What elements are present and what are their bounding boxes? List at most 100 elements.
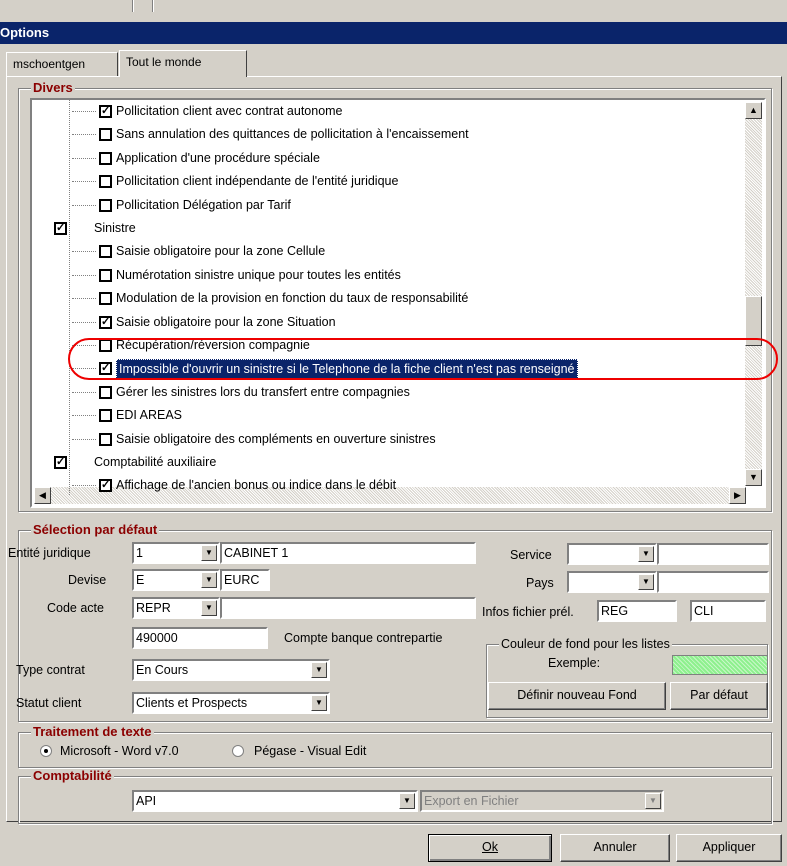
- tree-vertical-scrollbar[interactable]: ▲ ▼: [745, 102, 762, 486]
- option-checkbox[interactable]: [99, 385, 112, 399]
- devise-code-select[interactable]: E ▼: [132, 569, 220, 591]
- definir-fond-button[interactable]: Définir nouveau Fond: [488, 682, 666, 710]
- option-checkbox[interactable]: ✓: [54, 222, 67, 235]
- tree-option-row[interactable]: EDI AREAS: [32, 404, 742, 427]
- chevron-down-icon[interactable]: ▼: [311, 662, 327, 678]
- statut-select[interactable]: Clients et Prospects ▼: [132, 692, 330, 714]
- tree-option-row[interactable]: Numérotation sinistre unique pour toutes…: [32, 264, 742, 287]
- annuler-button-label: Annuler: [593, 840, 637, 854]
- code-acte-name-field[interactable]: [220, 597, 476, 619]
- chevron-down-icon[interactable]: ▼: [311, 695, 327, 711]
- option-label: Comptabilité auxiliaire: [94, 455, 217, 469]
- option-checkbox[interactable]: [99, 128, 112, 142]
- type-contrat-select[interactable]: En Cours ▼: [132, 659, 330, 681]
- tree-option-row[interactable]: Saisie obligatoire des compléments en ou…: [32, 428, 742, 451]
- tree-option-row[interactable]: Gérer les sinistres lors du transfert en…: [32, 381, 742, 404]
- chevron-down-icon[interactable]: ▼: [201, 600, 217, 616]
- option-checkbox[interactable]: [99, 339, 112, 352]
- pays-select[interactable]: ▼: [567, 571, 657, 593]
- tree-option-row[interactable]: Pollicitation Délégation par Tarif: [32, 194, 742, 217]
- tab-mschoentgen[interactable]: mschoentgen: [6, 52, 118, 76]
- scroll-thumb[interactable]: [745, 296, 762, 346]
- chevron-down-icon: ▼: [645, 793, 661, 809]
- option-checkbox[interactable]: ✓: [99, 479, 112, 493]
- compte-field[interactable]: 490000: [132, 627, 268, 649]
- entite-name-field[interactable]: CABINET 1: [220, 542, 476, 564]
- option-checkbox[interactable]: [99, 151, 112, 165]
- compta-value: API: [136, 794, 157, 808]
- infos-label: Infos fichier prél.: [482, 605, 574, 619]
- option-label: Récupération/réversion compagnie: [116, 338, 310, 352]
- entite-code-select[interactable]: 1 ▼: [132, 542, 220, 564]
- options-tree[interactable]: ▲ ▼ ◀ ▶ ✓ Pollicitation client avec contr…: [30, 98, 766, 508]
- tree-option-row[interactable]: Modulation de la provision en fonction d…: [32, 287, 742, 310]
- export-value: Export en Fichier: [424, 794, 519, 808]
- option-checkbox[interactable]: [99, 268, 112, 282]
- code-acte-label: Code acte: [47, 601, 104, 615]
- chevron-down-icon[interactable]: ▼: [201, 572, 217, 588]
- option-label: EDI AREAS: [116, 408, 182, 423]
- compta-select[interactable]: API ▼: [132, 790, 418, 812]
- tree-option-row[interactable]: ✓ Saisie obligatoire pour la zone Situati…: [32, 311, 742, 334]
- option-checkbox[interactable]: ✓: [99, 362, 112, 376]
- traitement-title: Traitement de texte: [31, 724, 154, 739]
- ok-button[interactable]: Ok: [428, 834, 552, 862]
- chevron-down-icon[interactable]: ▼: [399, 793, 415, 809]
- entite-label: Entité juridique: [8, 546, 91, 560]
- annuler-button[interactable]: Annuler: [560, 834, 670, 862]
- chevron-down-icon[interactable]: ▼: [638, 546, 654, 562]
- service-label: Service: [510, 548, 552, 562]
- tree-option-row[interactable]: Sans annulation des quittances de pollic…: [32, 123, 742, 146]
- option-checkbox[interactable]: ✓: [99, 105, 112, 118]
- toolbar-separator: [132, 0, 134, 12]
- tree-connector: [72, 415, 96, 417]
- tree-connector: [72, 391, 96, 393]
- service-select[interactable]: ▼: [567, 543, 657, 565]
- option-label: Numérotation sinistre unique pour toutes…: [116, 267, 401, 282]
- selection-title: Sélection par défaut: [31, 522, 160, 537]
- tree-option-row[interactable]: ✓ Affichage de l'ancien bonus ou indice d…: [32, 474, 742, 497]
- tree-option-row[interactable]: ✓ Impossible d'ouvrir un sinistre si le T…: [32, 357, 742, 380]
- tree-group-node[interactable]: −✓Sinistre: [32, 217, 742, 240]
- chevron-down-icon[interactable]: ▼: [638, 574, 654, 590]
- infos-field-1[interactable]: REG: [597, 600, 677, 622]
- option-checkbox[interactable]: [99, 432, 112, 446]
- code-acte-select[interactable]: REPR ▼: [132, 597, 220, 619]
- devise-name-field[interactable]: EURC: [220, 569, 270, 591]
- tree-option-row[interactable]: Pollicitation client indépendante de l'e…: [32, 170, 742, 193]
- exemple-label: Exemple:: [548, 656, 601, 670]
- word-radio[interactable]: [40, 745, 52, 757]
- pegase-radio[interactable]: [232, 745, 244, 757]
- tree-option-row[interactable]: ✓ Pollicitation client avec contrat auton…: [32, 100, 742, 123]
- entite-name-value: CABINET 1: [224, 546, 289, 560]
- chevron-down-icon[interactable]: ▼: [201, 545, 217, 561]
- pays-name-field[interactable]: [657, 571, 769, 593]
- tree-connector: [72, 298, 96, 300]
- par-defaut-button[interactable]: Par défaut: [670, 682, 768, 710]
- appliquer-button[interactable]: Appliquer: [676, 834, 782, 862]
- devise-name-value: EURC: [224, 573, 260, 587]
- code-acte-value: REPR: [136, 601, 171, 615]
- tree-group-node[interactable]: −✓Comptabilité auxiliaire: [32, 451, 742, 474]
- scroll-down-arrow-icon[interactable]: ▼: [745, 469, 762, 486]
- tree-option-row[interactable]: Application d'une procédure spéciale: [32, 147, 742, 170]
- option-checkbox[interactable]: [99, 292, 112, 306]
- tab-tout-le-monde[interactable]: Tout le monde: [119, 50, 247, 77]
- scroll-up-arrow-icon[interactable]: ▲: [745, 102, 762, 119]
- option-checkbox[interactable]: ✓: [99, 315, 112, 329]
- service-name-field[interactable]: [657, 543, 769, 565]
- tree-connector: [72, 345, 96, 346]
- option-checkbox[interactable]: [99, 245, 112, 259]
- option-label: Pollicitation Délégation par Tarif: [116, 197, 291, 212]
- infos-field-2[interactable]: CLI: [690, 600, 766, 622]
- tree-connector: [72, 274, 96, 276]
- option-label: Sinistre: [94, 221, 136, 235]
- option-checkbox[interactable]: [99, 175, 112, 189]
- option-label: Saisie obligatoire des compléments en ou…: [116, 431, 436, 446]
- tree-option-row[interactable]: Récupération/réversion compagnie: [32, 334, 742, 357]
- option-checkbox[interactable]: [99, 198, 112, 212]
- option-checkbox[interactable]: ✓: [54, 456, 67, 469]
- option-label: Application d'une procédure spéciale: [116, 150, 320, 165]
- tree-option-row[interactable]: Saisie obligatoire pour la zone Cellule: [32, 240, 742, 263]
- option-checkbox[interactable]: [99, 409, 112, 423]
